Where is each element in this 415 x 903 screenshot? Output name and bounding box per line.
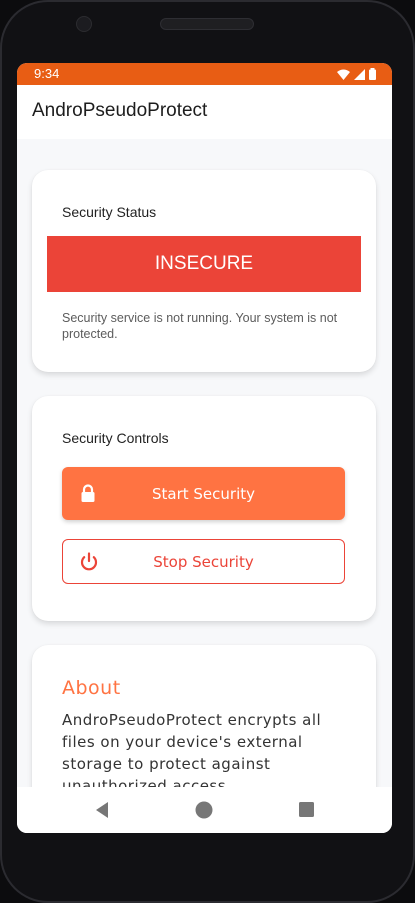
security-status-title: Security Status xyxy=(62,204,157,220)
battery-icon xyxy=(369,68,376,80)
about-text: AndroPseudoProtect encrypts all files on… xyxy=(62,711,322,787)
front-camera xyxy=(76,16,92,32)
security-status-card: Security Status INSECURE Security servic… xyxy=(32,170,376,372)
security-controls-card: Security Controls Start Security Stop Se… xyxy=(32,396,376,621)
about-title: About xyxy=(62,677,121,699)
stop-security-button[interactable]: Stop Security xyxy=(62,539,345,584)
home-icon[interactable] xyxy=(195,801,213,819)
security-state-banner: INSECURE xyxy=(47,236,361,292)
start-security-label: Start Security xyxy=(151,484,255,503)
screen: 9:34 AndroPseudoProtect Security Status … xyxy=(17,63,392,833)
app-title: AndroPseudoProtect xyxy=(32,100,208,121)
stop-security-label: Stop Security xyxy=(153,552,254,571)
security-controls-title: Security Controls xyxy=(62,430,169,446)
back-icon[interactable] xyxy=(94,801,110,819)
scroll-content[interactable]: Security Status INSECURE Security servic… xyxy=(17,139,392,787)
start-security-button[interactable]: Start Security xyxy=(62,467,345,520)
status-icons xyxy=(337,68,376,80)
wifi-icon xyxy=(337,69,350,80)
device-frame: 9:34 AndroPseudoProtect Security Status … xyxy=(0,0,415,903)
app-bar: AndroPseudoProtect xyxy=(17,85,392,139)
speaker-grille xyxy=(160,18,254,30)
status-bar: 9:34 xyxy=(17,63,392,85)
status-time: 9:34 xyxy=(34,66,60,81)
signal-icon xyxy=(354,68,365,80)
security-status-message: Security service is not running. Your sy… xyxy=(62,311,338,341)
recents-icon[interactable] xyxy=(299,802,314,817)
about-card: About AndroPseudoProtect encrypts all fi… xyxy=(32,645,376,787)
navigation-bar xyxy=(17,787,392,833)
